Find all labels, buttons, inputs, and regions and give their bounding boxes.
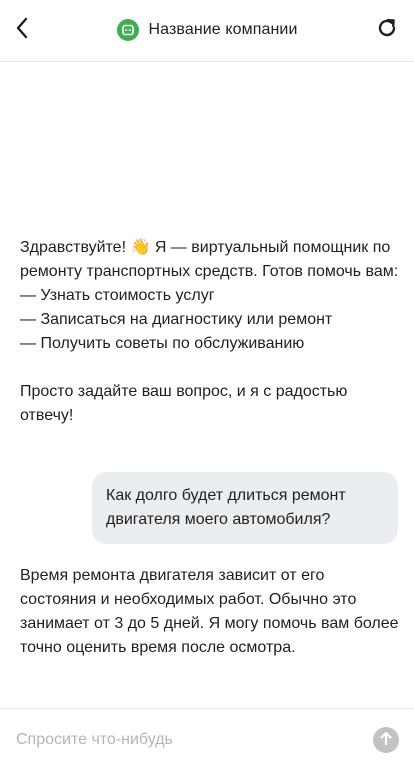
message-list[interactable]: Здравствуйте! 👋 Я — виртуальный помощник…	[0, 62, 414, 708]
send-button[interactable]	[373, 727, 399, 753]
bot-message: Время ремонта двигателя зависит от его с…	[20, 567, 399, 656]
bot-message: Здравствуйте! 👋 Я — виртуальный помощник…	[20, 239, 399, 424]
chat-header: Название компании	[0, 0, 414, 62]
chat-app: Название компании Здравствуйте! 👋 Я — ви…	[0, 0, 414, 770]
refresh-icon	[376, 17, 398, 44]
refresh-button[interactable]	[374, 17, 400, 43]
page-title: Название компании	[148, 21, 298, 38]
arrow-up-icon	[379, 730, 393, 751]
message-composer	[0, 708, 414, 770]
message-input[interactable]	[16, 727, 356, 753]
bot-icon	[116, 19, 139, 41]
user-message: Как долго будет длиться ремонт двигателя…	[92, 472, 398, 544]
header-title-group: Название компании	[0, 19, 414, 41]
